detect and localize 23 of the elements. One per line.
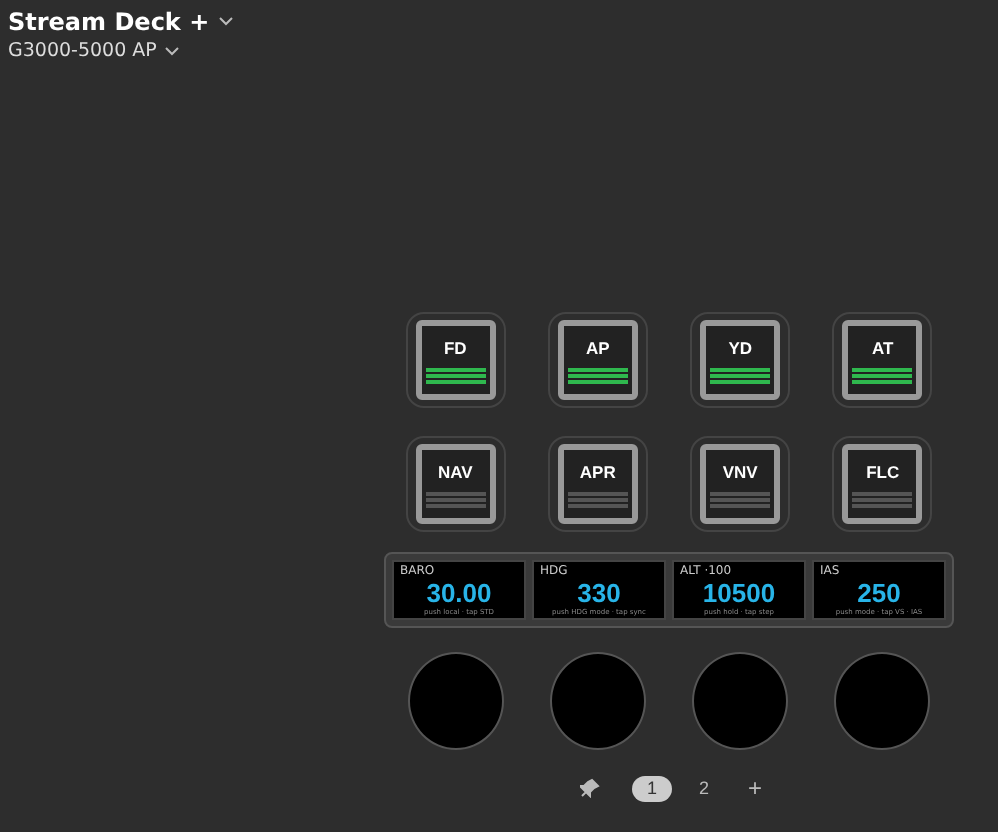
deck-key[interactable]: FD — [415, 320, 496, 400]
panel-value: 30.00 — [424, 578, 494, 608]
chevron-down-icon[interactable] — [217, 16, 234, 26]
page-tab[interactable]: 1 — [632, 775, 672, 801]
panel-value: 330 — [575, 578, 623, 608]
page-tab[interactable]: 2 — [684, 775, 724, 801]
add-page-button[interactable]: + — [736, 774, 763, 802]
deck-key[interactable]: YD — [700, 320, 781, 400]
deck-key[interactable]: AP — [557, 320, 638, 400]
deck-key[interactable]: APR — [557, 444, 638, 524]
pin-icon[interactable] — [580, 778, 600, 798]
panel-value: 250 — [855, 578, 903, 608]
deck-key[interactable]: NAV — [415, 444, 496, 524]
panel-value: 10500 — [700, 578, 778, 608]
deck-key[interactable]: VNV — [700, 444, 781, 524]
dial-knob[interactable] — [549, 652, 646, 750]
deck-key[interactable]: AT — [842, 320, 923, 400]
device-name[interactable]: Stream Deck + — [8, 7, 210, 35]
dial-knob[interactable] — [834, 652, 931, 750]
profile-name[interactable]: G3000-5000 AP — [8, 40, 157, 62]
chevron-down-icon[interactable] — [164, 46, 181, 56]
deck-key[interactable]: FLC — [842, 444, 923, 524]
dial-knob[interactable] — [407, 652, 504, 750]
